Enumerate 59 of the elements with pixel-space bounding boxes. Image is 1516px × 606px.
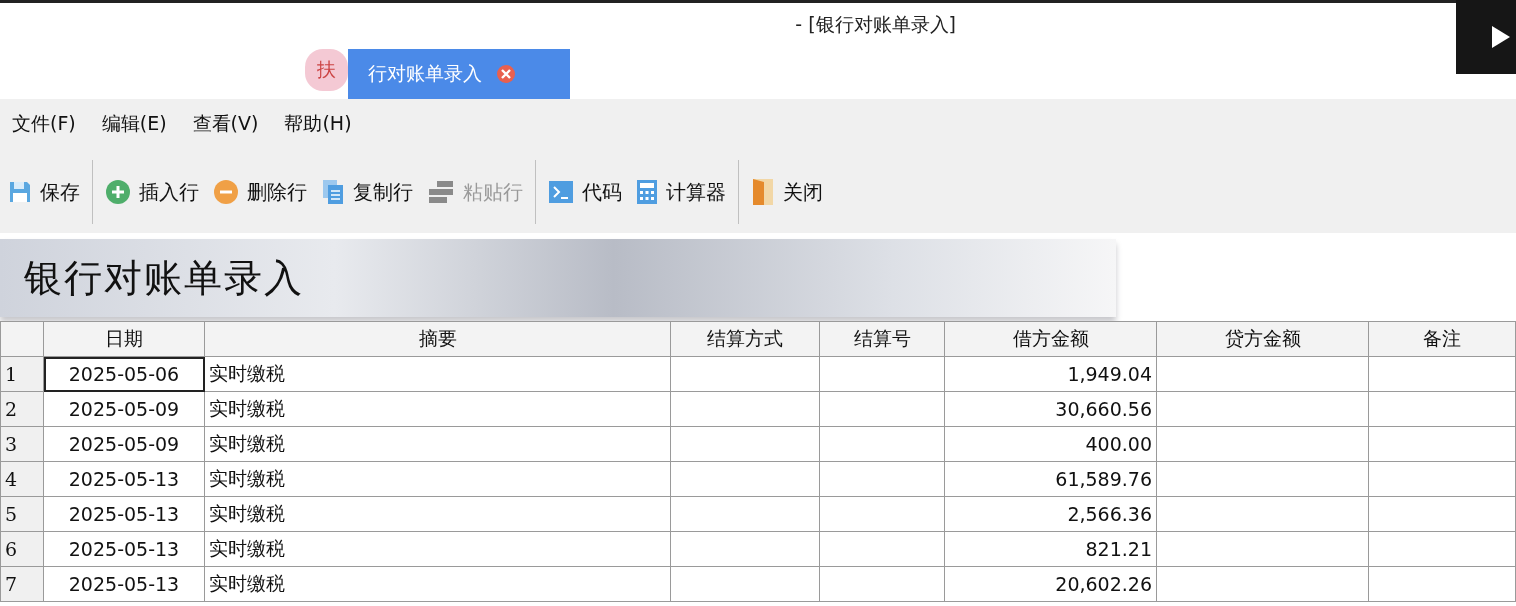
table-cell[interactable]: 30,660.56 bbox=[944, 391, 1157, 427]
column-header[interactable]: 结算方式 bbox=[670, 321, 820, 357]
table-cell[interactable]: 2025-05-09 bbox=[43, 426, 205, 462]
door-icon bbox=[751, 178, 775, 206]
minus-icon bbox=[213, 179, 239, 205]
table-cell[interactable]: 实时缴税 bbox=[204, 566, 671, 602]
menu-item[interactable]: 文件(F) bbox=[12, 111, 76, 139]
table-cell[interactable]: 实时缴税 bbox=[204, 391, 671, 427]
row-number: 5 bbox=[0, 496, 44, 532]
row-number: 2 bbox=[0, 391, 44, 427]
play-button[interactable] bbox=[1456, 0, 1516, 74]
copy-button[interactable]: 复制行 bbox=[319, 178, 415, 206]
column-header[interactable]: 借方金额 bbox=[944, 321, 1157, 357]
column-header[interactable]: 摘要 bbox=[204, 321, 671, 357]
insert-button[interactable]: 插入行 bbox=[103, 178, 201, 206]
calc-button[interactable]: 计算器 bbox=[634, 178, 728, 206]
column-header[interactable]: 日期 bbox=[43, 321, 205, 357]
close-icon[interactable] bbox=[496, 64, 516, 84]
column-header[interactable]: 贷方金额 bbox=[1156, 321, 1369, 357]
table-cell[interactable]: 实时缴税 bbox=[204, 356, 671, 392]
table-cell[interactable]: 实时缴税 bbox=[204, 461, 671, 497]
table-cell[interactable]: 实时缴税 bbox=[204, 531, 671, 567]
terminal-icon bbox=[548, 180, 574, 204]
table-cell[interactable]: 2025-05-06 bbox=[43, 356, 205, 392]
play-icon bbox=[1490, 24, 1512, 50]
table-cell[interactable]: 2,566.36 bbox=[944, 496, 1157, 532]
calculator-icon bbox=[636, 179, 658, 205]
save-button[interactable]: 保存 bbox=[6, 178, 82, 206]
menu-item[interactable]: 帮助(H) bbox=[284, 111, 352, 139]
copy-icon bbox=[321, 179, 345, 205]
table-cell[interactable]: 1,949.04 bbox=[944, 356, 1157, 392]
delete-button[interactable]: 删除行 bbox=[211, 178, 309, 206]
banner-title: 银行对账单录入 bbox=[24, 254, 304, 302]
table-cell[interactable]: 2025-05-13 bbox=[43, 566, 205, 602]
table-cell[interactable]: 2025-05-09 bbox=[43, 391, 205, 427]
menu-item[interactable]: 查看(V) bbox=[192, 111, 259, 139]
row-number: 7 bbox=[0, 566, 44, 602]
table-cell[interactable]: 821.21 bbox=[944, 531, 1157, 567]
table-cell[interactable]: 2025-05-13 bbox=[43, 496, 205, 532]
table-cell[interactable]: 实时缴税 bbox=[204, 426, 671, 462]
row-number: 4 bbox=[0, 461, 44, 497]
table-cell[interactable]: 400.00 bbox=[944, 426, 1157, 462]
table-cell[interactable]: 实时缴税 bbox=[204, 496, 671, 532]
table-cell[interactable]: 2025-05-13 bbox=[43, 461, 205, 497]
row-number: 6 bbox=[0, 531, 44, 567]
column-header[interactable]: 备注 bbox=[1368, 321, 1516, 357]
row-number: 3 bbox=[0, 426, 44, 462]
code-button[interactable]: 代码 bbox=[546, 178, 624, 206]
paste-icon bbox=[427, 180, 455, 204]
row-number: 1 bbox=[0, 356, 44, 392]
table-cell[interactable]: 20,602.26 bbox=[944, 566, 1157, 602]
window-title: - [银行对账单录入] bbox=[795, 11, 956, 37]
plus-icon bbox=[105, 179, 131, 205]
close-button[interactable]: 关闭 bbox=[749, 178, 825, 206]
table-cell[interactable]: 61,589.76 bbox=[944, 461, 1157, 497]
menu-item[interactable]: 编辑(E) bbox=[101, 111, 167, 139]
floppy-icon bbox=[8, 180, 32, 204]
column-header[interactable]: 结算号 bbox=[819, 321, 945, 357]
table-cell[interactable]: 2025-05-13 bbox=[43, 531, 205, 567]
